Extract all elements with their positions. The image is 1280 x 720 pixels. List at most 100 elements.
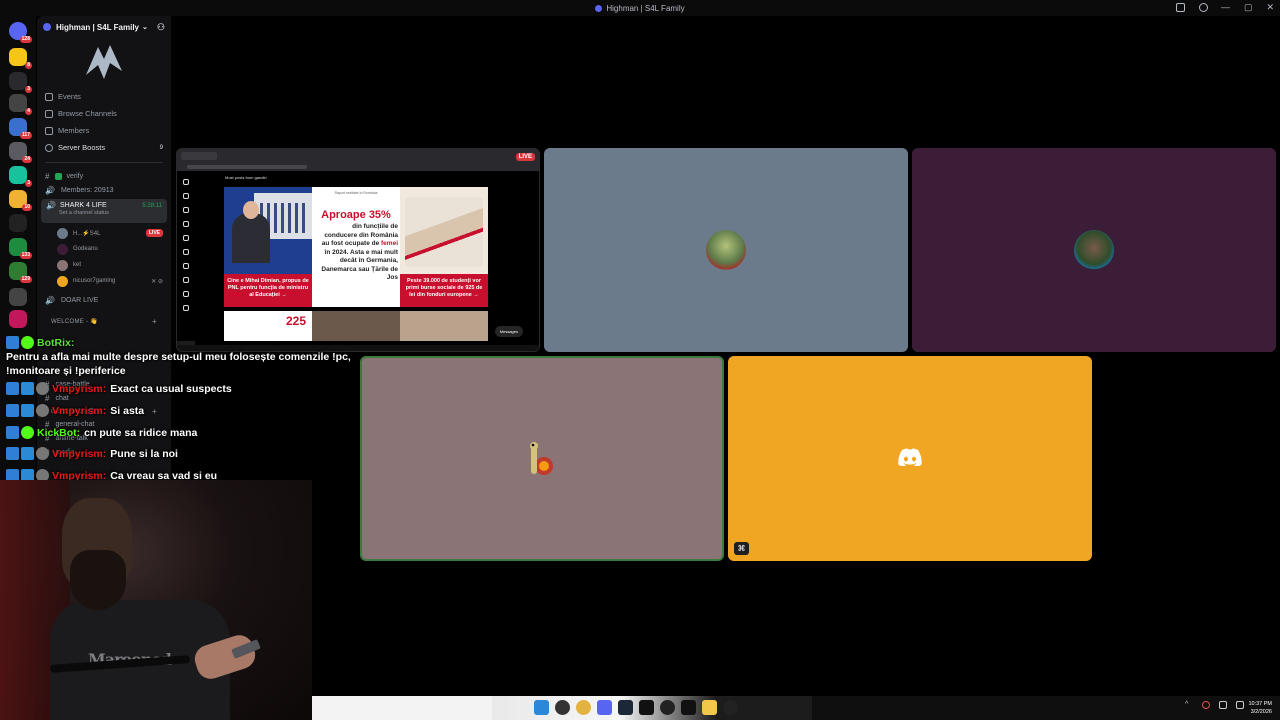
post-caption: Peste 39.000 de studenți vor primi burse… xyxy=(400,274,488,307)
browse-label: Browse Channels xyxy=(58,109,117,118)
maximize-button[interactable]: ▢ xyxy=(1244,2,1253,13)
category-welcome[interactable]: WELCOME - 👋 + xyxy=(37,315,171,327)
server-icon[interactable]: 3 xyxy=(9,72,32,93)
participant-tile[interactable]: ⌘ xyxy=(728,356,1092,561)
minimize-button[interactable]: — xyxy=(1221,2,1230,13)
browser-tab xyxy=(181,152,217,160)
voice-timer: 5:28:11 xyxy=(142,202,162,209)
channel-members-count[interactable]: 🔊 Members: 20913 xyxy=(37,183,171,197)
unread-badge: 8 xyxy=(25,62,32,69)
activity-icon[interactable]: ⌘ xyxy=(734,542,749,555)
discord-icon xyxy=(595,4,603,12)
calendar-icon xyxy=(45,92,53,101)
screen-share-tile[interactable]: Most posts from gandiri Cine e Mihai Dim… xyxy=(176,148,540,352)
chat-text: Exact ca usual suspects xyxy=(110,383,232,395)
epic-games-icon[interactable] xyxy=(639,700,654,715)
verified-icon xyxy=(21,336,34,349)
chat-username: Vmpyrism: xyxy=(52,383,107,395)
server-icon[interactable]: 133 xyxy=(9,238,32,259)
chat-message: Vmpyrism: Pune si la noi xyxy=(6,447,366,461)
subscriber-icon xyxy=(21,447,34,461)
volume-icon[interactable] xyxy=(1236,701,1244,709)
browse-channels-item[interactable]: Browse Channels xyxy=(37,105,171,122)
streamer-webcam: Marooned xyxy=(0,480,312,720)
server-icon[interactable]: 4 xyxy=(9,94,32,115)
participant-tile[interactable] xyxy=(912,148,1276,352)
browser-tab-bar xyxy=(177,149,539,163)
participant-tile-speaking[interactable] xyxy=(360,356,724,561)
server-icon[interactable] xyxy=(9,288,27,306)
system-clock[interactable]: 10:37 PM 3/2/2026 xyxy=(1248,700,1272,716)
messages-label: Messages xyxy=(499,329,518,334)
chevron-up-icon[interactable]: ^ xyxy=(1185,701,1193,709)
messages-icon xyxy=(183,221,189,227)
channel-status[interactable]: Set a channel status xyxy=(59,210,162,216)
windows-taskbar: ^ 10:37 PM 3/2/2026 xyxy=(312,696,1280,720)
browse-icon xyxy=(45,109,53,118)
chat-username: KickBot: xyxy=(37,426,81,439)
server-banner xyxy=(37,38,171,88)
app-icon[interactable] xyxy=(681,700,696,715)
sword-icon xyxy=(36,447,49,461)
start-icon[interactable] xyxy=(534,700,549,715)
microphone-icon[interactable] xyxy=(1202,701,1210,709)
messages-pill: Messages xyxy=(494,326,523,337)
members-item[interactable]: Members xyxy=(37,122,171,139)
server-boosts-item[interactable]: Server Boosts 9 xyxy=(37,139,171,156)
events-item[interactable]: Events xyxy=(37,88,171,105)
obs-icon[interactable] xyxy=(660,700,675,715)
verified-icon xyxy=(21,425,34,439)
voice-user[interactable]: nicusor7gaming ✕ ⊘ xyxy=(37,273,171,289)
badge-icon xyxy=(6,425,19,439)
live-badge: LIVE xyxy=(145,229,163,237)
server-icon[interactable] xyxy=(9,310,27,328)
avatar xyxy=(57,227,68,239)
chat-username: BotRix: xyxy=(37,337,75,349)
chat-username: Vmpyrism: xyxy=(52,404,107,417)
chrome-icon[interactable] xyxy=(576,700,591,715)
channel-label: verify xyxy=(66,172,84,180)
server-icon[interactable]: 8 xyxy=(9,48,32,69)
discord-icon[interactable] xyxy=(597,700,612,715)
help-icon[interactable] xyxy=(1199,3,1208,12)
participant-tile[interactable] xyxy=(544,148,908,352)
server-icon[interactable]: 129 xyxy=(9,262,32,283)
network-icon[interactable] xyxy=(1219,701,1227,709)
search-icon[interactable] xyxy=(555,700,570,715)
close-button[interactable]: ✕ xyxy=(1266,2,1274,13)
channel-label: Members: 20913 xyxy=(60,186,114,194)
server-icon[interactable]: 3 xyxy=(9,166,32,187)
invite-people-icon[interactable]: ⚇ xyxy=(157,22,165,33)
direct-messages-button[interactable]: 128 xyxy=(9,22,32,43)
server-verified-icon xyxy=(43,23,51,31)
instagram-feed: Most posts from gandiri Cine e Mihai Dim… xyxy=(195,171,539,351)
file-explorer-icon[interactable] xyxy=(702,700,717,715)
post-kicker: Raport realitate în România xyxy=(334,191,378,195)
live-badge: LIVE xyxy=(515,153,535,161)
voice-user[interactable]: ket xyxy=(37,257,171,273)
channel-doar-live[interactable]: 🔊 DOAR LIVE xyxy=(37,293,171,307)
voice-user[interactable]: H...⚡S4L LIVE xyxy=(37,225,171,241)
channel-verify[interactable]: # verify xyxy=(37,169,171,183)
boosts-label: Server Boosts xyxy=(58,143,106,152)
clock-time: 10:37 PM xyxy=(1248,701,1272,707)
server-icon[interactable] xyxy=(9,214,27,232)
post-tile: Cine e Mihai Dimian, propus de PNL pentr… xyxy=(224,187,312,307)
server-icon[interactable]: 24 xyxy=(9,142,32,163)
window-title: Highman | S4L Family xyxy=(606,3,685,13)
server-icon[interactable]: 10 xyxy=(9,190,32,211)
server-header[interactable]: Highman | S4L Family ⌄ ⚇ xyxy=(37,16,171,38)
server-icon-active[interactable]: 117 xyxy=(9,118,32,139)
voice-channel-active[interactable]: 🔊 SHARK 4 LIFE 5:28:11 Set a channel statu… xyxy=(41,199,167,223)
steam-icon[interactable] xyxy=(618,700,633,715)
settings-icon[interactable] xyxy=(723,700,738,715)
stream-chat-overlay: BotRix: Pentru a afla mai multe despre s… xyxy=(6,336,366,491)
post-tile: Raport realitate în România Aproape 35% … xyxy=(312,187,400,307)
voice-user[interactable]: Godeanu xyxy=(37,241,171,257)
chat-text: cn pute sa ridice mana xyxy=(84,426,198,439)
add-channel-icon[interactable]: + xyxy=(152,317,157,326)
chat-username: Vmpyrism: xyxy=(52,448,107,461)
avatar xyxy=(57,243,68,255)
inbox-icon[interactable] xyxy=(1176,3,1185,12)
dashboard-icon xyxy=(183,291,189,297)
